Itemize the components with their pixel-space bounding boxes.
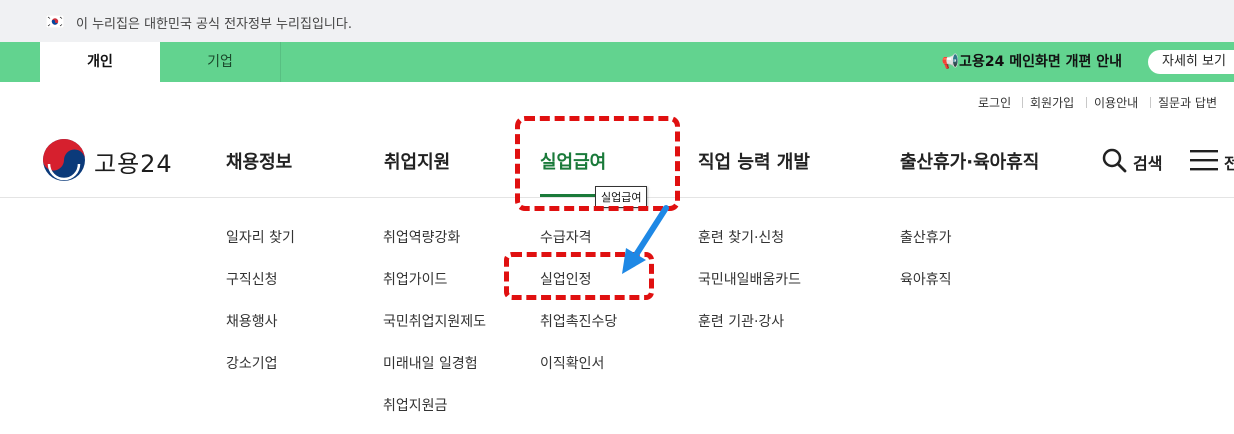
all-menu-label[interactable]: 전 (1224, 150, 1234, 174)
guide-link[interactable]: 이용안내 (1094, 94, 1138, 110)
submenu-item[interactable]: 취업지원금 (383, 395, 447, 415)
submenu-item[interactable]: 수급자격 (540, 227, 592, 247)
submenu-item[interactable]: 구직신청 (226, 269, 278, 289)
site-logo[interactable]: 고용24 (42, 138, 192, 182)
gov-banner: 이 누리집은 대한민국 공식 전자정부 누리집입니다. (0, 0, 1234, 43)
logo-text: 고용24 (94, 150, 173, 178)
submenu-item[interactable]: 국민취업지원제도 (383, 311, 486, 331)
util-divider (1086, 97, 1087, 108)
search-label[interactable]: 검색 (1133, 150, 1162, 174)
notice-text[interactable]: 📢고용24 메인화면 개편 안내 (942, 42, 1122, 82)
tab-personal[interactable]: 개인 (40, 42, 160, 82)
notice-detail-button[interactable]: 자세히 보기 (1148, 50, 1234, 74)
submenu-item[interactable]: 출산휴가 (900, 227, 952, 247)
signup-link[interactable]: 회원가입 (1030, 94, 1074, 110)
submenu-item[interactable]: 미래내일 일경험 (383, 353, 478, 373)
submenu-item[interactable]: 채용행사 (226, 311, 278, 331)
util-divider (1150, 97, 1151, 108)
korea-flag-icon (46, 15, 64, 28)
submenu-item[interactable]: 훈련 기관·강사 (698, 311, 784, 331)
submenu-item[interactable]: 강소기업 (226, 353, 278, 373)
submenu-item[interactable]: 육아휴직 (900, 269, 952, 289)
login-link[interactable]: 로그인 (978, 94, 1011, 110)
submenu-item[interactable]: 일자리 찾기 (226, 227, 295, 247)
user-type-bar: 개인 기업 📢고용24 메인화면 개편 안내 자세히 보기 (0, 42, 1234, 82)
tab-business[interactable]: 기업 (160, 42, 281, 82)
gnb-parental-leave[interactable]: 출산휴가·육아휴직 (900, 148, 1039, 174)
annotation-arrow-icon (622, 205, 669, 274)
hamburger-menu-icon[interactable] (1190, 148, 1220, 172)
submenu-item[interactable]: 취업역량강화 (383, 227, 460, 247)
submenu-item[interactable]: 훈련 찾기·신청 (698, 227, 784, 247)
submenu-item[interactable]: 취업가이드 (383, 269, 447, 289)
submenu-item[interactable]: 국민내일배움카드 (698, 269, 801, 289)
util-divider (1022, 97, 1023, 108)
submenu-item[interactable]: 취업촉진수당 (540, 311, 617, 331)
gnb-vocational-training[interactable]: 직업 능력 개발 (698, 148, 810, 174)
submenu-item[interactable]: 이직확인서 (540, 353, 604, 373)
search-icon[interactable] (1101, 147, 1127, 173)
gnb-employment-support[interactable]: 취업지원 (384, 148, 450, 174)
taegeuk-logo-icon (43, 139, 85, 181)
qna-link[interactable]: 질문과 답변 (1158, 94, 1217, 110)
gov-banner-text: 이 누리집은 대한민국 공식 전자정부 누리집입니다. (76, 17, 352, 32)
gnb-jobs[interactable]: 채용정보 (226, 148, 292, 174)
highlight-box-menu (515, 116, 680, 211)
